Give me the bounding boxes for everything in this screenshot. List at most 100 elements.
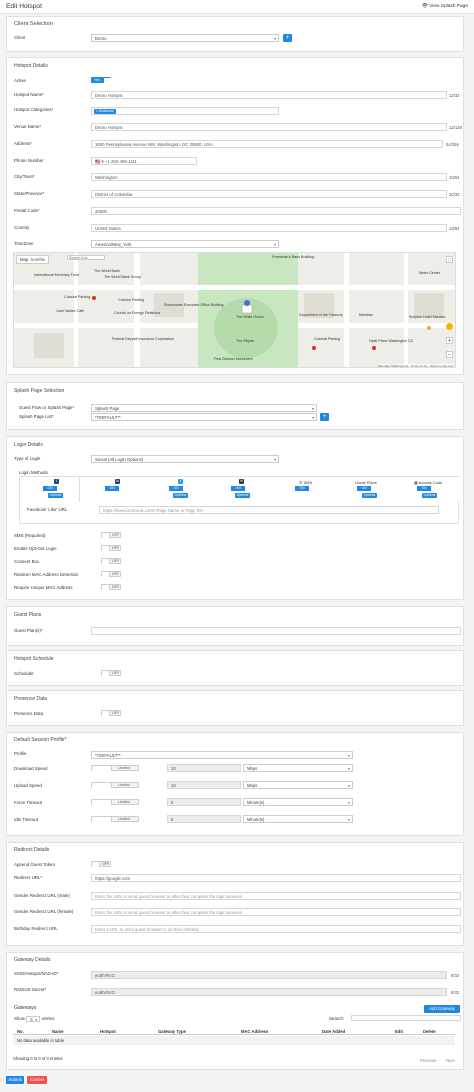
map-search-box[interactable]: Search Box (67, 255, 105, 260)
upload-speed-input[interactable]: 10 (167, 781, 241, 789)
submit-button[interactable]: Submit (6, 1076, 24, 1084)
venue-name-input[interactable]: Demo Hotspot (91, 123, 447, 131)
phone-input[interactable]: 🇺🇸 ▾ +1 202-456-1111 (91, 157, 197, 165)
opt-out-login-toggle[interactable]: OFF (101, 545, 121, 551)
scheduler-toggle[interactable]: OFF (101, 670, 121, 676)
col-hotspot[interactable]: Hotspot (100, 1029, 116, 1034)
char-counter: 8/32 (451, 973, 460, 978)
pagination-previous[interactable]: Previous (420, 1058, 436, 1063)
access-code-options-button[interactable]: Options (422, 493, 437, 498)
redirect-details-panel: Redirect Details Append Guest Token OFF … (6, 842, 464, 946)
hotspot-name-label: Hotspot Name* (14, 92, 44, 97)
sms-toggle[interactable]: ON (295, 486, 309, 491)
email-toggle[interactable]: ON (231, 486, 245, 491)
pagination-next[interactable]: Next (446, 1058, 455, 1063)
client-select[interactable]: Demo (91, 34, 279, 42)
access-code-toggle[interactable]: ON (417, 486, 431, 491)
add-client-button[interactable]: + (283, 34, 292, 42)
category-tag[interactable]: × Business (94, 109, 116, 114)
terms-link[interactable]: Terms of Use (411, 364, 427, 367)
idle-timeout-unit-select[interactable]: Minute(s) (243, 815, 353, 823)
idle-timeout-toggle[interactable]: Limited (91, 816, 139, 822)
download-speed-input[interactable]: 10 (167, 764, 241, 772)
sms-required-toggle[interactable]: OFF (101, 532, 121, 538)
country-input[interactable]: United States (91, 224, 447, 232)
consent-box-toggle[interactable]: OFF (101, 558, 121, 564)
col-no[interactable]: No. (17, 1029, 24, 1034)
tab-satellite[interactable]: Satellite (30, 257, 45, 262)
active-toggle[interactable]: Yes (91, 77, 111, 83)
guest-flow-select[interactable]: Splash Page (91, 404, 317, 412)
hotspot-name-input[interactable]: Demo Hotspot (91, 91, 447, 99)
address-input[interactable]: 1600 Pennsylvania Avenue NW, Washington,… (91, 140, 443, 148)
guest-plans-input[interactable] (91, 627, 461, 635)
type-of-login-select[interactable]: Social (All Login Options) (91, 455, 279, 463)
force-timeout-input[interactable]: 5 (167, 798, 241, 806)
guest-plans-options-button[interactable]: Options (362, 493, 377, 498)
unique-mac-toggle[interactable]: OFF (101, 584, 121, 590)
force-timeout-label: Force Timeout (14, 800, 43, 805)
twitter-options-button[interactable]: Options (173, 493, 188, 498)
table-search-input[interactable] (351, 1015, 461, 1021)
col-name[interactable]: Name (52, 1029, 63, 1034)
report-link[interactable]: Report a map error (430, 364, 454, 367)
country-flag[interactable]: 🇺🇸 ▾ (95, 159, 104, 164)
type-of-login-label: Type of Login (14, 456, 41, 461)
add-splash-page-button[interactable]: + (320, 413, 329, 421)
facebook-toggle[interactable]: ON (43, 486, 57, 491)
linkedin-toggle[interactable]: ON (105, 486, 119, 491)
download-limit-toggle[interactable]: Limited (91, 765, 139, 771)
session-profile-panel: Default Session Profile* Profile **DEFAU… (6, 732, 464, 836)
map-label: Council on Foreign Relations (114, 311, 161, 315)
col-delete[interactable]: Delete (423, 1029, 436, 1034)
random-mac-toggle[interactable]: OFF (101, 571, 121, 577)
zoom-in-icon[interactable]: + (446, 337, 453, 344)
fullscreen-icon[interactable]: ⛶ (446, 256, 453, 263)
view-splash-page-link[interactable]: 👁 View Splash Page (422, 4, 468, 9)
facebook-options-button[interactable]: Options (48, 493, 63, 498)
guest-plans-toggle[interactable]: ON (357, 486, 371, 491)
linkedin-icon: in (115, 479, 120, 484)
radius-secret-input[interactable]: eu5tVRcG (91, 988, 447, 996)
postal-code-input[interactable]: 20500 (91, 207, 461, 215)
tab-map[interactable]: Map (20, 257, 28, 262)
access-code-method-label: ▦ Access Code (414, 480, 443, 485)
col-gateway-type[interactable]: Gateway Type (158, 1029, 186, 1034)
redirect-url-input[interactable]: https://google.com (91, 874, 461, 882)
gender-male-url-input[interactable]: Enter the URL to send guest browser to a… (91, 892, 461, 900)
col-mac-address[interactable]: MAC Address (241, 1029, 268, 1034)
facebook-like-url-input[interactable]: https://www.facebook.com/<Page Name or P… (99, 506, 439, 514)
radius-secret-label: RADIUS Secret* (14, 987, 47, 992)
col-date-added[interactable]: Date Added (322, 1029, 345, 1034)
twitter-toggle[interactable]: ON (169, 486, 183, 491)
gender-female-url-input[interactable]: Enter the URL to send guest browser to a… (91, 908, 461, 916)
col-edit[interactable]: Edit (395, 1029, 403, 1034)
cancel-button[interactable]: Cancel (27, 1076, 47, 1084)
pegman-icon[interactable] (446, 323, 453, 330)
hotspot-categories-input[interactable] (91, 107, 279, 115)
client-selection-panel: Client Selection Client Demo + (6, 16, 464, 52)
timezone-select[interactable]: America/New_York (91, 240, 279, 248)
birthday-url-input[interactable]: Enter a URL to send guest browser to on … (91, 925, 461, 933)
presence-data-toggle[interactable]: OFF (101, 710, 121, 716)
append-guest-token-toggle[interactable]: OFF (91, 861, 111, 867)
upload-unit-select[interactable]: Mbps (243, 781, 353, 789)
entries-select[interactable]: 5 (26, 1016, 41, 1022)
upload-limit-toggle[interactable]: Limited (91, 782, 139, 788)
download-unit-select[interactable]: Mbps (243, 764, 353, 772)
city-input[interactable]: Washington (91, 173, 447, 181)
top-bar: Edit Hotspot 👁 View Splash Page (0, 0, 474, 14)
force-timeout-toggle[interactable]: Limited (91, 799, 139, 805)
force-timeout-unit-select[interactable]: Minute(s) (243, 798, 353, 806)
show-entries-control: Show 5 entries (14, 1016, 55, 1022)
state-input[interactable]: District of Columbia (91, 190, 447, 198)
splash-page-list-select[interactable]: **DEFAULT** (91, 413, 317, 421)
email-options-button[interactable]: Options (235, 493, 250, 498)
section-title: Hotspot Details (14, 63, 48, 69)
idle-timeout-input[interactable]: 5 (167, 815, 241, 823)
profile-select[interactable]: **DEFAULT** (91, 751, 353, 759)
zoom-out-icon[interactable]: − (446, 351, 453, 358)
map[interactable]: Map Satellite Search Box Freedman's Bank… (13, 252, 456, 368)
add-gateway-button[interactable]: Add Gateway (424, 1005, 460, 1013)
ssid-input[interactable]: eu5tVRcG (91, 971, 447, 979)
